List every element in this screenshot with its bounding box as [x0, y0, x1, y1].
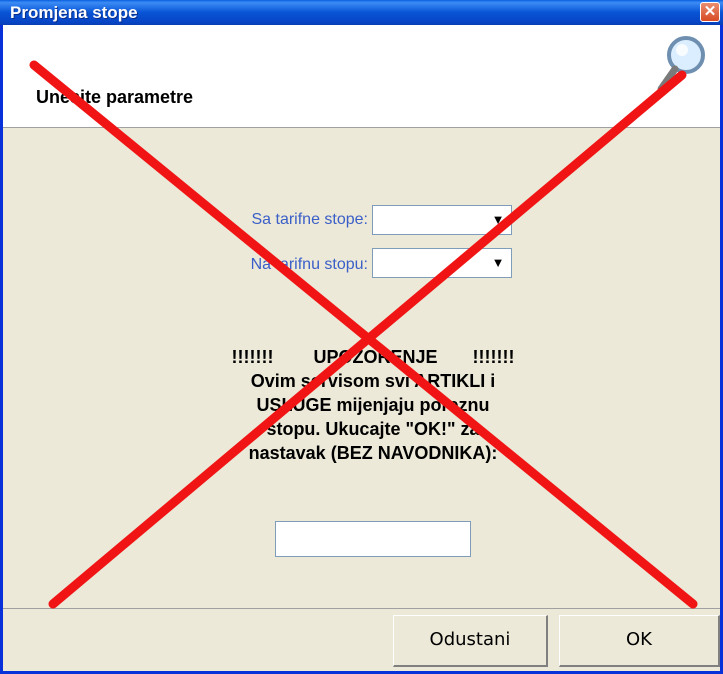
warning-line: stopu. Ukucajte "OK!" za — [266, 419, 480, 439]
dialog-window: Promjena stope ✕ Unesite parametre Sa ta… — [0, 0, 723, 674]
warning-line: Ovim servisom svi ARTIKLI i — [250, 371, 496, 391]
to-rate-label: Na tarifnu stopu: — [250, 256, 368, 273]
ok-button[interactable]: OK — [559, 615, 720, 667]
cancel-button[interactable]: Odustani — [393, 615, 548, 667]
warning-message: !!!!!!! UPOZORENJE !!!!!!! Ovim servisom… — [153, 345, 593, 465]
header-panel: Unesite parametre — [3, 25, 720, 128]
warning-line: nastavak (BEZ NAVODNIKA): — [248, 443, 498, 463]
window-title: Promjena stope — [10, 3, 138, 22]
confirm-input[interactable] — [275, 521, 471, 557]
warning-heading: !!!!!!! UPOZORENJE !!!!!!! — [231, 347, 515, 367]
button-bar: Odustani OK — [3, 608, 720, 671]
magnifier-icon — [657, 36, 705, 93]
header-subtitle: Unesite parametre — [36, 87, 194, 107]
close-button[interactable]: ✕ — [700, 2, 720, 22]
from-rate-select[interactable]: ▼ — [372, 205, 512, 235]
close-icon: ✕ — [703, 3, 717, 20]
title-bar[interactable]: Promjena stope ✕ — [0, 0, 723, 25]
warning-line: USLUGE mijenjaju poreznu — [256, 395, 490, 415]
chevron-down-icon[interactable]: ▼ — [487, 208, 509, 232]
to-rate-select[interactable]: ▼ — [372, 248, 512, 278]
from-rate-label: Sa tarifne stope: — [251, 211, 368, 228]
chevron-down-icon[interactable]: ▼ — [487, 251, 509, 275]
